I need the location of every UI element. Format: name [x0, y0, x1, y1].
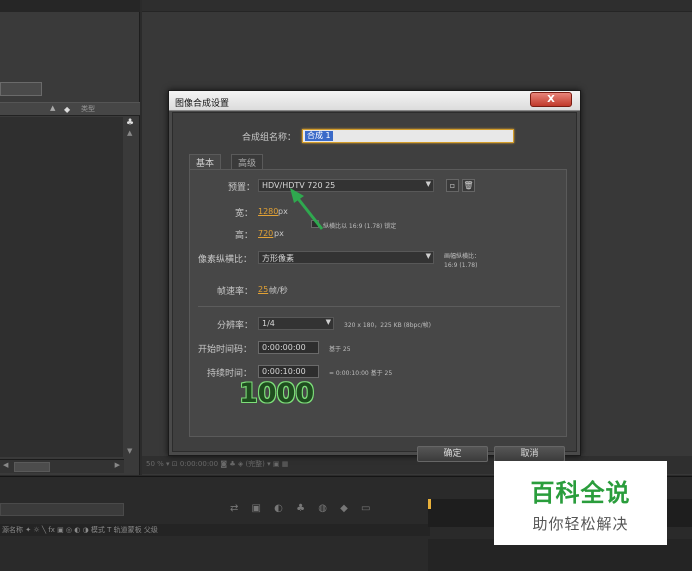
annotation-number: 1000 — [239, 378, 315, 409]
green-arrow-icon — [294, 195, 324, 230]
watermark-title: 百科全说 — [530, 479, 631, 507]
watermark-logo: 百科全说 助你轻松解决 — [494, 461, 667, 545]
arrow-head-icon — [290, 188, 304, 203]
watermark-subtitle: 助你轻松解决 — [532, 515, 629, 533]
